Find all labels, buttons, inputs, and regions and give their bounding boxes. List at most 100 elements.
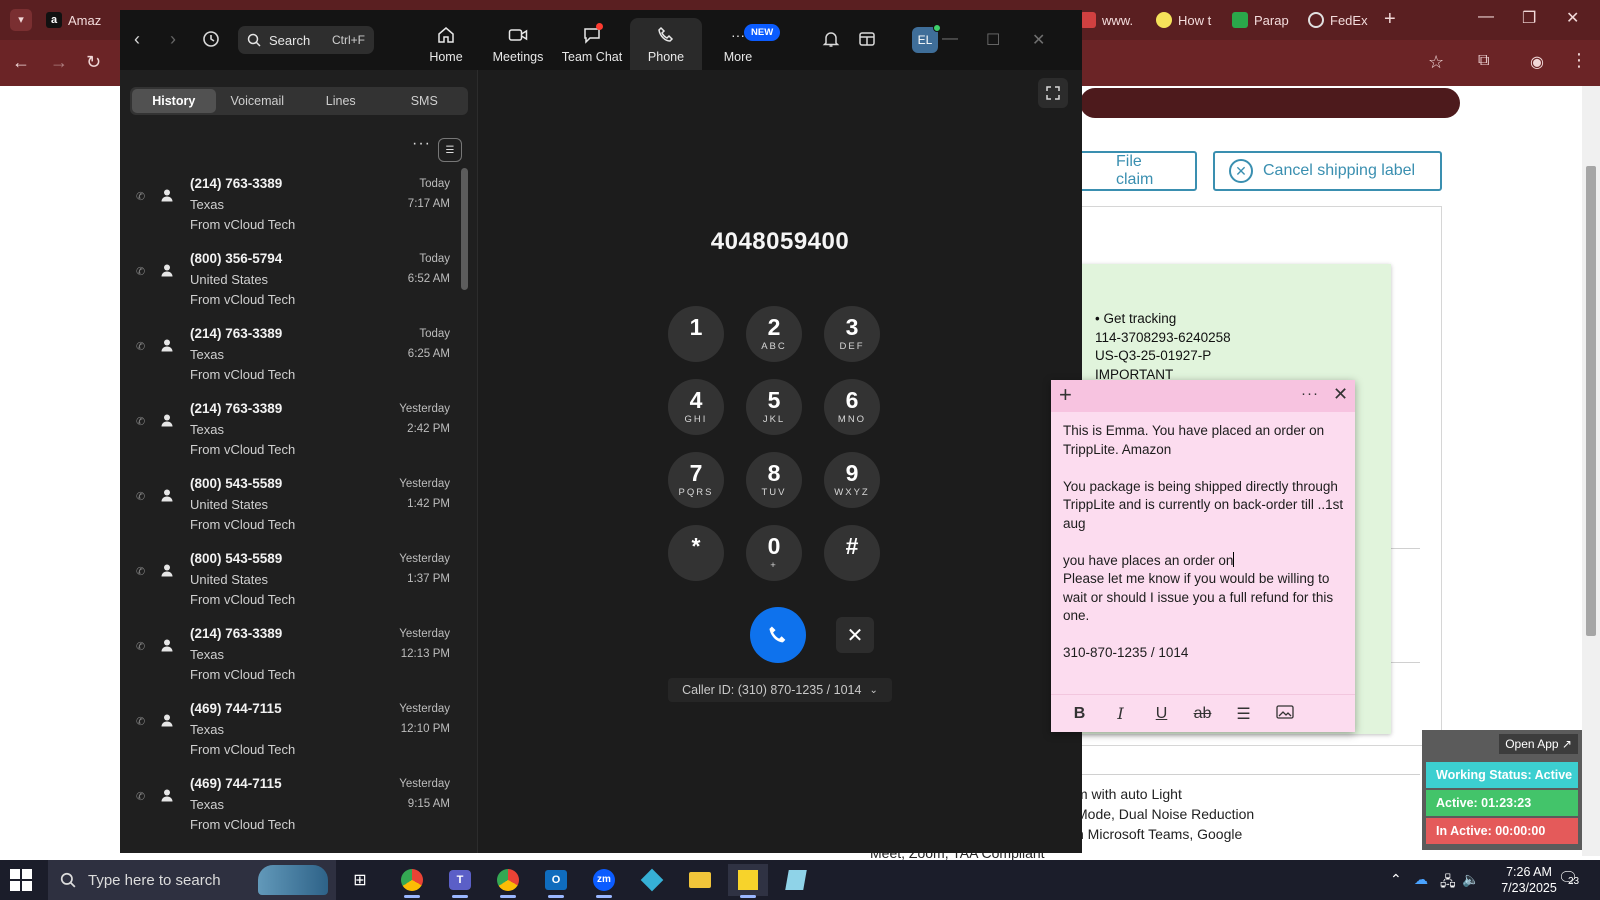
zoom-close-icon[interactable]: ✕ [1032, 30, 1045, 50]
call-history-item[interactable]: ✆ (214) 763-3389 Texas From vCloud Tech Toda… [120, 170, 460, 245]
zoom-maximize-icon[interactable]: ☐ [986, 30, 1000, 50]
sticky-notes-icon[interactable] [728, 864, 768, 898]
bullet-list-icon[interactable]: ☰ [1223, 704, 1264, 723]
forward-arrow-icon[interactable]: → [50, 52, 68, 73]
call-button[interactable] [750, 607, 806, 663]
call-history-item[interactable]: ✆ (800) 356-5794 United States From vCloud … [120, 245, 460, 320]
zoom-minimize-icon[interactable]: — [942, 30, 958, 48]
more-options-icon[interactable]: ··· [412, 135, 431, 153]
profile-icon[interactable]: ◉ [1530, 52, 1544, 72]
keypad-key[interactable]: 8 TUV [746, 452, 802, 508]
file-explorer-icon[interactable] [680, 864, 720, 896]
caller-id-selector[interactable]: Caller ID: (310) 870-1235 / 1014 ⌄ [668, 678, 892, 702]
tab-lines[interactable]: Lines [299, 89, 383, 113]
keypad-key[interactable]: 1 [668, 306, 724, 362]
chrome-profile-icon[interactable] [488, 864, 528, 898]
dialed-number[interactable]: 4048059400 [478, 228, 1082, 256]
call-history-item[interactable]: ✆ (214) 763-3389 Texas From vCloud Tech Yest… [120, 620, 460, 695]
image-icon[interactable] [1264, 704, 1305, 723]
avatar[interactable]: EL [912, 24, 941, 53]
open-app-button[interactable]: Open App ↗ [1499, 734, 1578, 754]
close-icon[interactable]: ✕ [1333, 384, 1348, 405]
backspace-button[interactable]: ✕ [836, 617, 874, 653]
tab-sms[interactable]: SMS [383, 89, 467, 113]
forward-chevron-icon[interactable]: › [170, 29, 176, 50]
nav-meetings[interactable]: Meetings [482, 18, 554, 70]
browser-menu-icon[interactable]: ⋮ [1570, 50, 1588, 71]
keypad-key[interactable]: 4 GHI [668, 379, 724, 435]
teams-icon[interactable]: T [440, 864, 480, 898]
keypad-key[interactable]: # [824, 525, 880, 581]
keypad-key[interactable]: 9 WXYZ [824, 452, 880, 508]
history-scrollbar[interactable] [461, 168, 468, 290]
call-history-item[interactable]: ✆ (214) 763-3389 Texas From vCloud Tech Yest… [120, 395, 460, 470]
notification-center-icon[interactable]: 🗨 23 [1558, 868, 1579, 888]
call-history-item[interactable]: ✆ (800) 543-5589 United States From vCloud … [120, 470, 460, 545]
network-icon[interactable]: 🖧 [1440, 871, 1456, 895]
address-bar[interactable] [1080, 88, 1460, 118]
pink-sticky-note[interactable]: + ··· ✕ This is Emma. You have placed an… [1051, 380, 1355, 732]
sticky-note-text-area[interactable]: This is Emma. You have placed an order o… [1063, 422, 1347, 663]
zoom-search-box[interactable]: Search Ctrl+F [238, 26, 374, 54]
more-dots-icon[interactable]: ··· [1301, 385, 1319, 402]
keypad-key[interactable]: 0 + [746, 525, 802, 581]
browser-tab-how[interactable]: How t [1156, 6, 1211, 34]
keypad-key[interactable]: 6 MNO [824, 379, 880, 435]
back-arrow-icon[interactable]: ← [12, 52, 30, 73]
nav-team-chat[interactable]: Team Chat [556, 18, 628, 70]
taskbar-search[interactable]: Type here to search [48, 860, 336, 900]
scrollbar-thumb[interactable] [1586, 166, 1596, 636]
keypad-key[interactable]: * [668, 525, 724, 581]
diamond-app-icon[interactable] [632, 864, 672, 896]
new-tab-button[interactable]: + [1384, 8, 1396, 31]
history-clock-icon[interactable] [202, 30, 220, 53]
call-history-item[interactable]: ✆ (800) 543-5589 United States From vCloud … [120, 545, 460, 620]
key-digit: 0 [767, 533, 781, 559]
call-history-item[interactable]: ✆ (469) 744-7115 Texas From vCloud Tech Yest… [120, 695, 460, 770]
underline-icon[interactable]: U [1141, 705, 1182, 723]
tab-list-chevron-icon[interactable]: ▾ [10, 9, 32, 31]
strikethrough-icon[interactable]: ab [1182, 705, 1223, 723]
keypad-key[interactable]: 3 DEF [824, 306, 880, 362]
keypad-key[interactable]: 2 ABC [746, 306, 802, 362]
windows-start-icon[interactable] [10, 869, 32, 891]
show-hidden-icons-icon[interactable]: ⌃ [1390, 871, 1402, 888]
bold-icon[interactable]: B [1059, 705, 1100, 723]
zoom-app-icon[interactable]: zm [584, 864, 624, 898]
call-history-item[interactable]: ✆ (469) 744-7115 Texas From vCloud Tech Yest… [120, 770, 460, 845]
page-scrollbar[interactable] [1582, 86, 1600, 856]
outlook-icon[interactable]: O [536, 864, 576, 898]
task-view-icon[interactable]: ⊞ [340, 864, 380, 896]
reload-icon[interactable]: ↻ [86, 52, 101, 73]
call-history-item[interactable]: ✆ (214) 763-3389 Texas From vCloud Tech Toda… [120, 320, 460, 395]
tab-history[interactable]: History [132, 89, 216, 113]
keypad-key[interactable]: 7 PQRS [668, 452, 724, 508]
expand-icon[interactable] [1038, 78, 1068, 108]
caller-id-label: Caller ID: (310) 870-1235 / 1014 [682, 683, 862, 697]
nav-home[interactable]: Home [410, 18, 482, 70]
keypad-key[interactable]: 5 JKL [746, 379, 802, 435]
tab-voicemail[interactable]: Voicemail [216, 89, 300, 113]
minimize-icon[interactable]: — [1478, 8, 1494, 26]
extensions-puzzle-icon[interactable]: ⧉ [1478, 52, 1489, 70]
notepad-icon[interactable] [776, 864, 816, 896]
file-claim-button[interactable]: File claim [1070, 151, 1197, 191]
cancel-shipping-label-button[interactable]: ✕ Cancel shipping label [1213, 151, 1442, 191]
browser-tab-www[interactable]: www. [1080, 6, 1133, 34]
bookmark-star-icon[interactable]: ☆ [1428, 52, 1444, 73]
filter-icon[interactable]: ☰ [438, 138, 462, 162]
italic-icon[interactable]: I [1100, 704, 1141, 723]
add-note-icon[interactable]: + [1059, 382, 1072, 408]
bell-icon[interactable] [822, 30, 840, 53]
volume-icon[interactable]: 🔈 [1462, 871, 1479, 888]
browser-tab-amazon[interactable]: a Amaz [46, 6, 101, 34]
browser-tab-fedex[interactable]: FedEx [1308, 6, 1368, 34]
calendar-widget-icon[interactable] [858, 30, 876, 53]
onedrive-cloud-icon[interactable]: ☁ [1414, 871, 1428, 888]
close-icon[interactable]: ✕ [1566, 8, 1579, 28]
chrome-icon[interactable] [392, 864, 432, 898]
back-chevron-icon[interactable]: ‹ [134, 29, 140, 50]
browser-tab-parap[interactable]: Parap [1232, 6, 1289, 34]
nav-phone[interactable]: Phone [630, 18, 702, 70]
restore-icon[interactable]: ❐ [1522, 8, 1536, 28]
